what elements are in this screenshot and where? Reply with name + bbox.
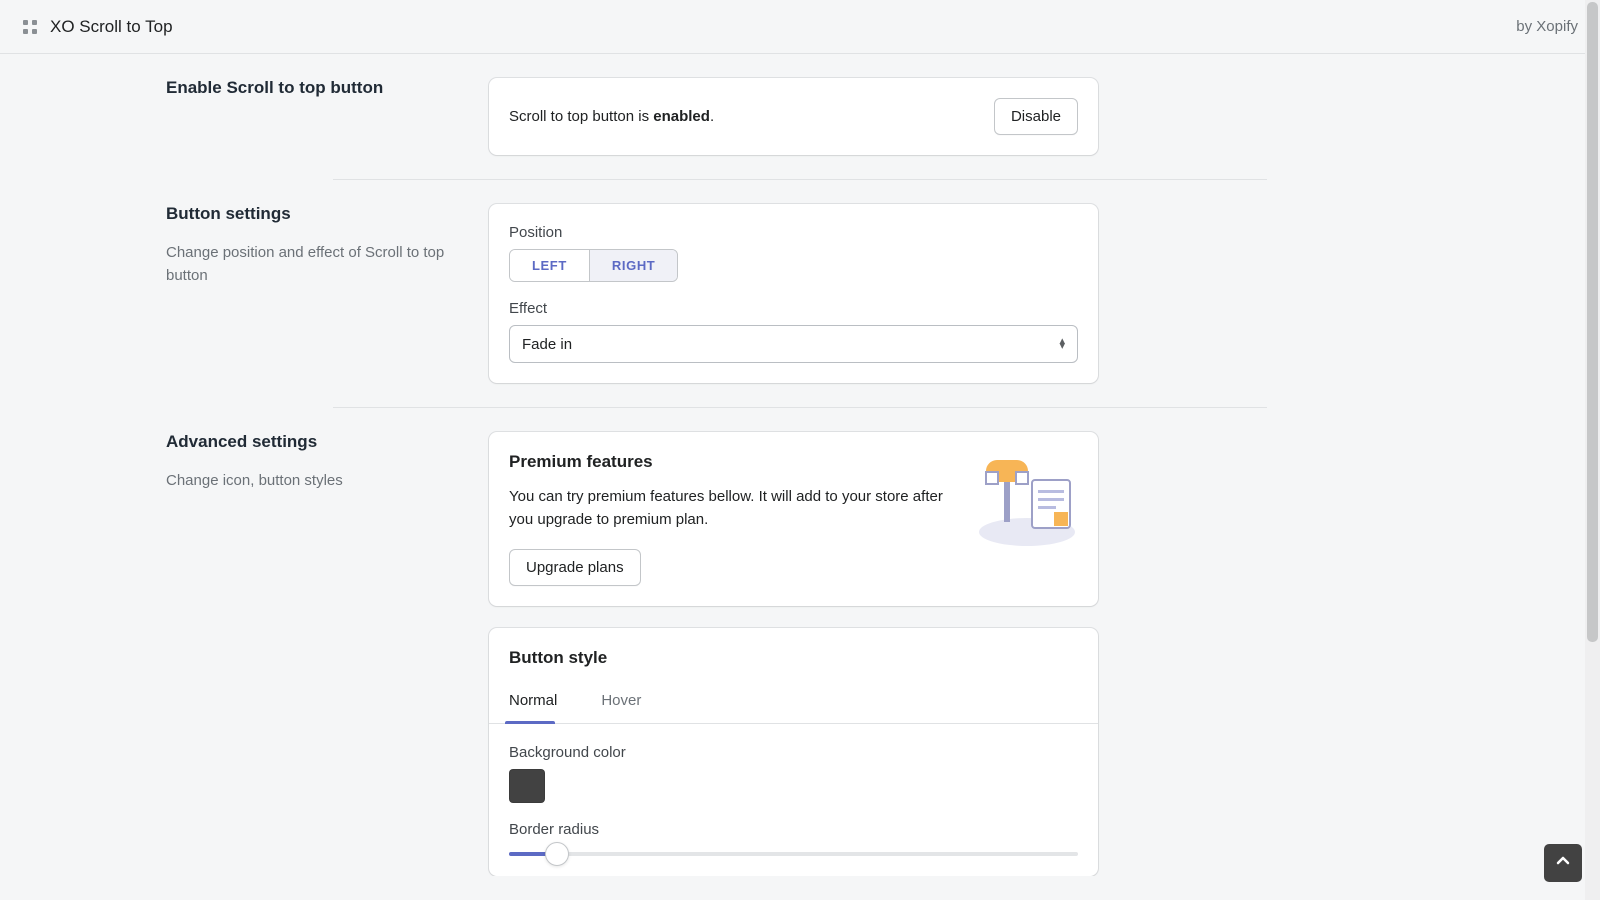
enable-status-prefix: Scroll to top button is: [509, 108, 653, 125]
app-title: XO Scroll to Top: [50, 17, 173, 37]
border-radius-slider[interactable]: [509, 852, 1078, 856]
disable-button[interactable]: Disable: [994, 98, 1078, 135]
effect-label: Effect: [509, 300, 1078, 317]
enable-status-suffix: .: [710, 108, 714, 125]
upgrade-plans-button[interactable]: Upgrade plans: [509, 549, 641, 586]
premium-card: Premium features You can try premium fea…: [489, 432, 1098, 606]
effect-select[interactable]: Fade in ▴▾: [509, 325, 1078, 363]
scrollbar-thumb[interactable]: [1587, 2, 1598, 642]
section-button-settings: Button settings Change position and effe…: [166, 180, 1434, 407]
bg-color-label: Background color: [509, 744, 1078, 761]
bg-color-swatch[interactable]: [509, 769, 545, 803]
app-header-left: XO Scroll to Top: [22, 17, 173, 37]
byline: by Xopify: [1516, 18, 1578, 35]
position-toggle-group: LEFT RIGHT: [509, 249, 678, 282]
button-style-card: Button style Normal Hover Background col…: [489, 628, 1098, 876]
button-settings-title: Button settings: [166, 204, 465, 224]
enable-title: Enable Scroll to top button: [166, 78, 465, 98]
advanced-settings-desc: Change icon, button styles: [166, 470, 465, 493]
advanced-settings-title: Advanced settings: [166, 432, 465, 452]
page-body: Enable Scroll to top button Scroll to to…: [0, 54, 1600, 876]
button-settings-desc: Change position and effect of Scroll to …: [166, 242, 465, 287]
section-enable: Enable Scroll to top button Scroll to to…: [166, 54, 1434, 179]
select-caret-icon: ▴▾: [1059, 339, 1065, 349]
position-label: Position: [509, 224, 1078, 241]
enable-card: Scroll to top button is enabled. Disable: [489, 78, 1098, 155]
section-advanced-settings: Advanced settings Change icon, button st…: [166, 408, 1434, 876]
scroll-to-top-fab[interactable]: [1544, 844, 1582, 882]
premium-illustration: [976, 452, 1078, 550]
slider-thumb[interactable]: [545, 842, 569, 866]
enable-status-value: enabled: [653, 108, 710, 125]
position-left-button[interactable]: LEFT: [510, 250, 590, 281]
tab-normal[interactable]: Normal: [505, 682, 577, 723]
chevron-up-icon: [1554, 852, 1572, 875]
scrollbar[interactable]: [1585, 0, 1600, 900]
enable-status: Scroll to top button is enabled.: [509, 108, 714, 125]
app-icon: [22, 19, 38, 35]
position-right-button[interactable]: RIGHT: [590, 250, 677, 281]
effect-value: Fade in: [522, 336, 572, 353]
button-style-heading: Button style: [489, 628, 1098, 682]
premium-heading: Premium features: [509, 452, 956, 472]
border-radius-label: Border radius: [509, 821, 1078, 838]
app-header: XO Scroll to Top by Xopify: [0, 0, 1600, 54]
premium-desc: You can try premium features bellow. It …: [509, 486, 956, 531]
tab-hover[interactable]: Hover: [597, 682, 661, 723]
button-style-tabs: Normal Hover: [489, 682, 1098, 724]
